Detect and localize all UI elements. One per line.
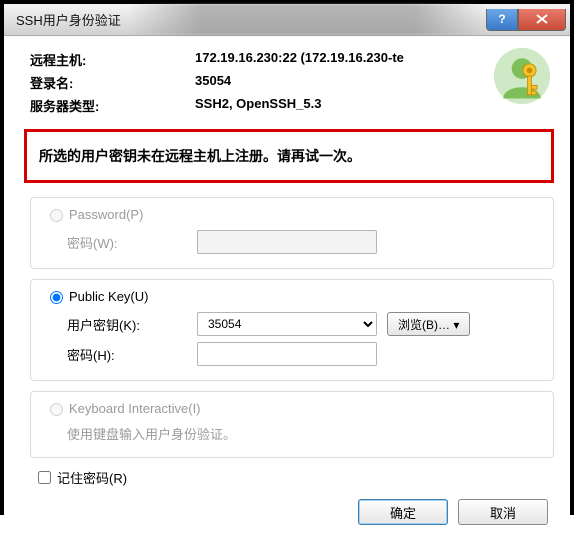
- remember-row[interactable]: 记住密码(R): [34, 468, 554, 487]
- title-blur: [129, 4, 486, 35]
- pk-pass-label: 密码(H):: [67, 345, 197, 364]
- keyboard-group: Keyboard Interactive(I) 使用键盘输入用户身份验证。: [30, 391, 554, 458]
- cancel-button[interactable]: 取消: [458, 499, 548, 525]
- window-title: SSH用户身份验证: [16, 10, 121, 29]
- window-buttons: ?: [486, 9, 566, 31]
- ok-button[interactable]: 确定: [358, 499, 448, 525]
- remember-label: 记住密码(R): [57, 468, 127, 487]
- password-radio-label: Password(P): [69, 207, 143, 222]
- keyboard-radio-label: Keyboard Interactive(I): [69, 401, 201, 416]
- keyboard-radio[interactable]: [50, 403, 63, 416]
- publickey-radio-row[interactable]: Public Key(U): [45, 288, 539, 304]
- keyboard-hint: 使用键盘输入用户身份验证。: [67, 424, 539, 443]
- pk-pass-input[interactable]: [197, 342, 377, 366]
- publickey-radio[interactable]: [50, 291, 63, 304]
- server-type-label: 服务器类型:: [30, 96, 195, 115]
- password-radio-row[interactable]: Password(P): [45, 206, 539, 222]
- help-button[interactable]: ?: [486, 9, 518, 31]
- close-icon: [536, 14, 548, 24]
- server-type-value: SSH2, OpenSSH_5.3: [195, 96, 321, 115]
- close-button[interactable]: [518, 9, 566, 31]
- titlebar: SSH用户身份验证 ?: [4, 4, 570, 36]
- dialog-content: 远程主机: 172.19.16.230:22 (172.19.16.230-te…: [4, 36, 570, 537]
- connection-info: 远程主机: 172.19.16.230:22 (172.19.16.230-te…: [30, 46, 554, 119]
- user-key-select[interactable]: 35054: [197, 312, 377, 336]
- login-value: 35054: [195, 73, 231, 92]
- password-radio[interactable]: [50, 209, 63, 222]
- user-key-icon: [492, 46, 552, 106]
- error-message: 所选的用户密钥未在远程主机上注册。请再试一次。: [24, 129, 554, 183]
- login-label: 登录名:: [30, 73, 195, 92]
- publickey-radio-label: Public Key(U): [69, 289, 148, 304]
- remote-host-label: 远程主机:: [30, 50, 195, 69]
- remember-checkbox[interactable]: [38, 471, 51, 484]
- remote-host-value: 172.19.16.230:22 (172.19.16.230-te: [195, 50, 404, 69]
- password-group: Password(P) 密码(W):: [30, 197, 554, 269]
- user-key-label: 用户密钥(K):: [67, 315, 197, 334]
- publickey-group: Public Key(U) 用户密钥(K): 35054 浏览(B)… ▾ 密码…: [30, 279, 554, 381]
- password-input: [197, 230, 377, 254]
- keyboard-radio-row[interactable]: Keyboard Interactive(I): [45, 400, 539, 416]
- password-field-label: 密码(W):: [67, 233, 197, 252]
- dialog-footer: 确定 取消: [30, 499, 554, 525]
- browse-button[interactable]: 浏览(B)… ▾: [387, 312, 470, 336]
